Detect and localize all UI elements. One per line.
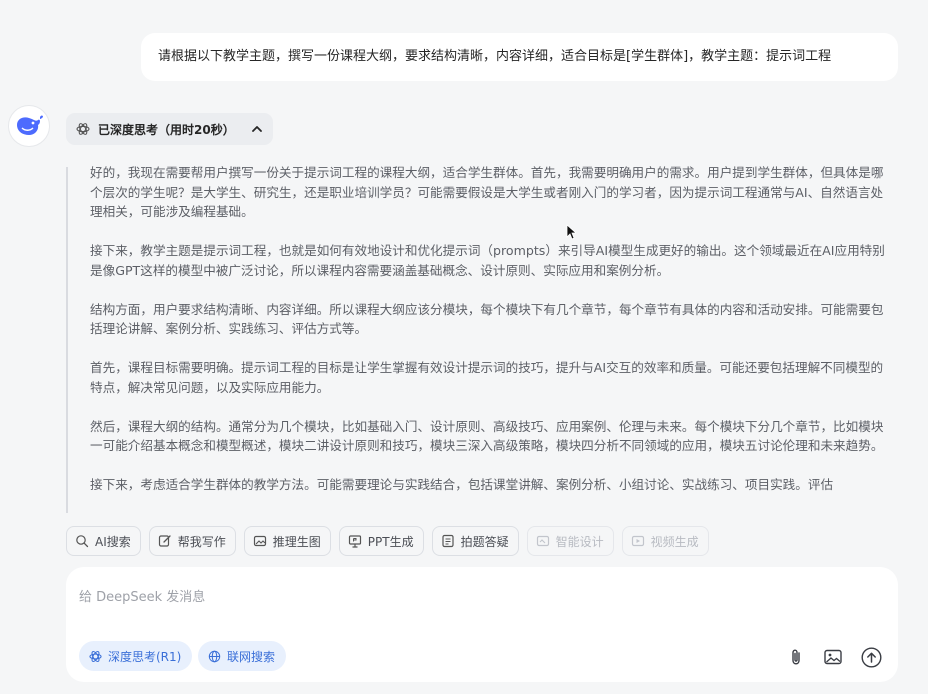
mouse-cursor-icon [566,224,576,240]
atom-icon [89,650,102,662]
chip-label: 智能设计 [555,534,604,549]
chip-ai-search[interactable]: AI搜索 [66,526,141,556]
chip-label: 拍题答疑 [460,534,509,549]
edit-icon [158,535,171,547]
deep-think-r1-label: 深度思考(R1) [108,649,182,664]
send-button[interactable] [860,646,882,668]
message-input[interactable]: 给 DeepSeek 发消息 [79,586,205,605]
chip-image-gen[interactable]: 推理生图 [243,526,331,556]
thinking-content: 好的，我现在需要帮用户撰写一份关于提示词工程的课程大纲，适合学生群体。首先，我需… [66,163,898,513]
chip-label: 推理生图 [272,534,321,549]
deep-think-r1-button[interactable]: 深度思考(R1) [79,641,193,671]
ai-search-icon [76,535,89,548]
chip-label: 帮我写作 [177,534,226,549]
send-arrow-icon [860,646,882,668]
video-icon [631,535,644,547]
deepseek-whale-logo-icon [17,115,43,135]
globe-icon [208,650,221,662]
deep-think-label: 已深度思考（用时20秒） [98,122,235,137]
chip-smart-design[interactable]: 智能设计 [526,526,614,556]
chevron-up-icon [251,126,262,132]
web-search-label: 联网搜索 [227,649,276,664]
thinking-paragraph: 首先，课程目标需要明确。提示词工程的目标是让学生掌握有效设计提示词的技巧，提升与… [90,360,884,395]
quick-action-chips: AI搜索 帮我写作 推理生图 PPT生成 拍题答疑 智能设计 视频生成 [66,526,709,556]
user-message-bubble: 请根据以下教学主题，撰写一份课程大纲，要求结构清晰，内容详细，适合目标是[学生群… [141,33,898,81]
design-icon [536,535,549,547]
chip-label: 视频生成 [650,534,699,549]
deep-think-toggle[interactable]: 已深度思考（用时20秒） [66,113,273,145]
chip-writing[interactable]: 帮我写作 [148,526,236,556]
image-icon [824,649,842,665]
paperclip-icon [792,649,800,665]
attach-button[interactable] [785,646,807,668]
thinking-paragraph: 接下来，考虑适合学生群体的教学方法。可能需要理论与实践结合，包括课堂讲解、案例分… [90,477,834,492]
ppt-icon [348,535,361,548]
atom-icon [76,123,90,135]
thinking-paragraph: 接下来，教学主题是提示词工程，也就是如何有效地设计和优化提示词（prompts）… [90,243,885,278]
chip-photo-answer[interactable]: 拍题答疑 [431,526,519,556]
chip-label: AI搜索 [95,534,131,549]
image-upload-button[interactable] [822,646,844,668]
message-composer[interactable]: 给 DeepSeek 发消息 深度思考(R1) 联网搜索 [66,567,898,682]
image-gen-icon [253,535,266,547]
deepseek-avatar [8,105,50,147]
document-icon [441,534,454,548]
chip-label: PPT生成 [367,534,414,549]
chip-ppt[interactable]: PPT生成 [338,526,424,556]
chip-video-gen[interactable]: 视频生成 [621,526,709,556]
thinking-paragraph: 然后，课程大纲的结构。通常分为几个模块，比如基础入门、设计原则、高级技巧、应用案… [90,418,884,454]
thinking-paragraph: 结构方面，用户要求结构清晰、内容详细。所以课程大纲应该分模块，每个模块下有几个章… [90,301,884,337]
web-search-button[interactable]: 联网搜索 [198,641,287,671]
thinking-paragraph: 好的，我现在需要帮用户撰写一份关于提示词工程的课程大纲，适合学生群体。首先，我需… [90,165,884,219]
